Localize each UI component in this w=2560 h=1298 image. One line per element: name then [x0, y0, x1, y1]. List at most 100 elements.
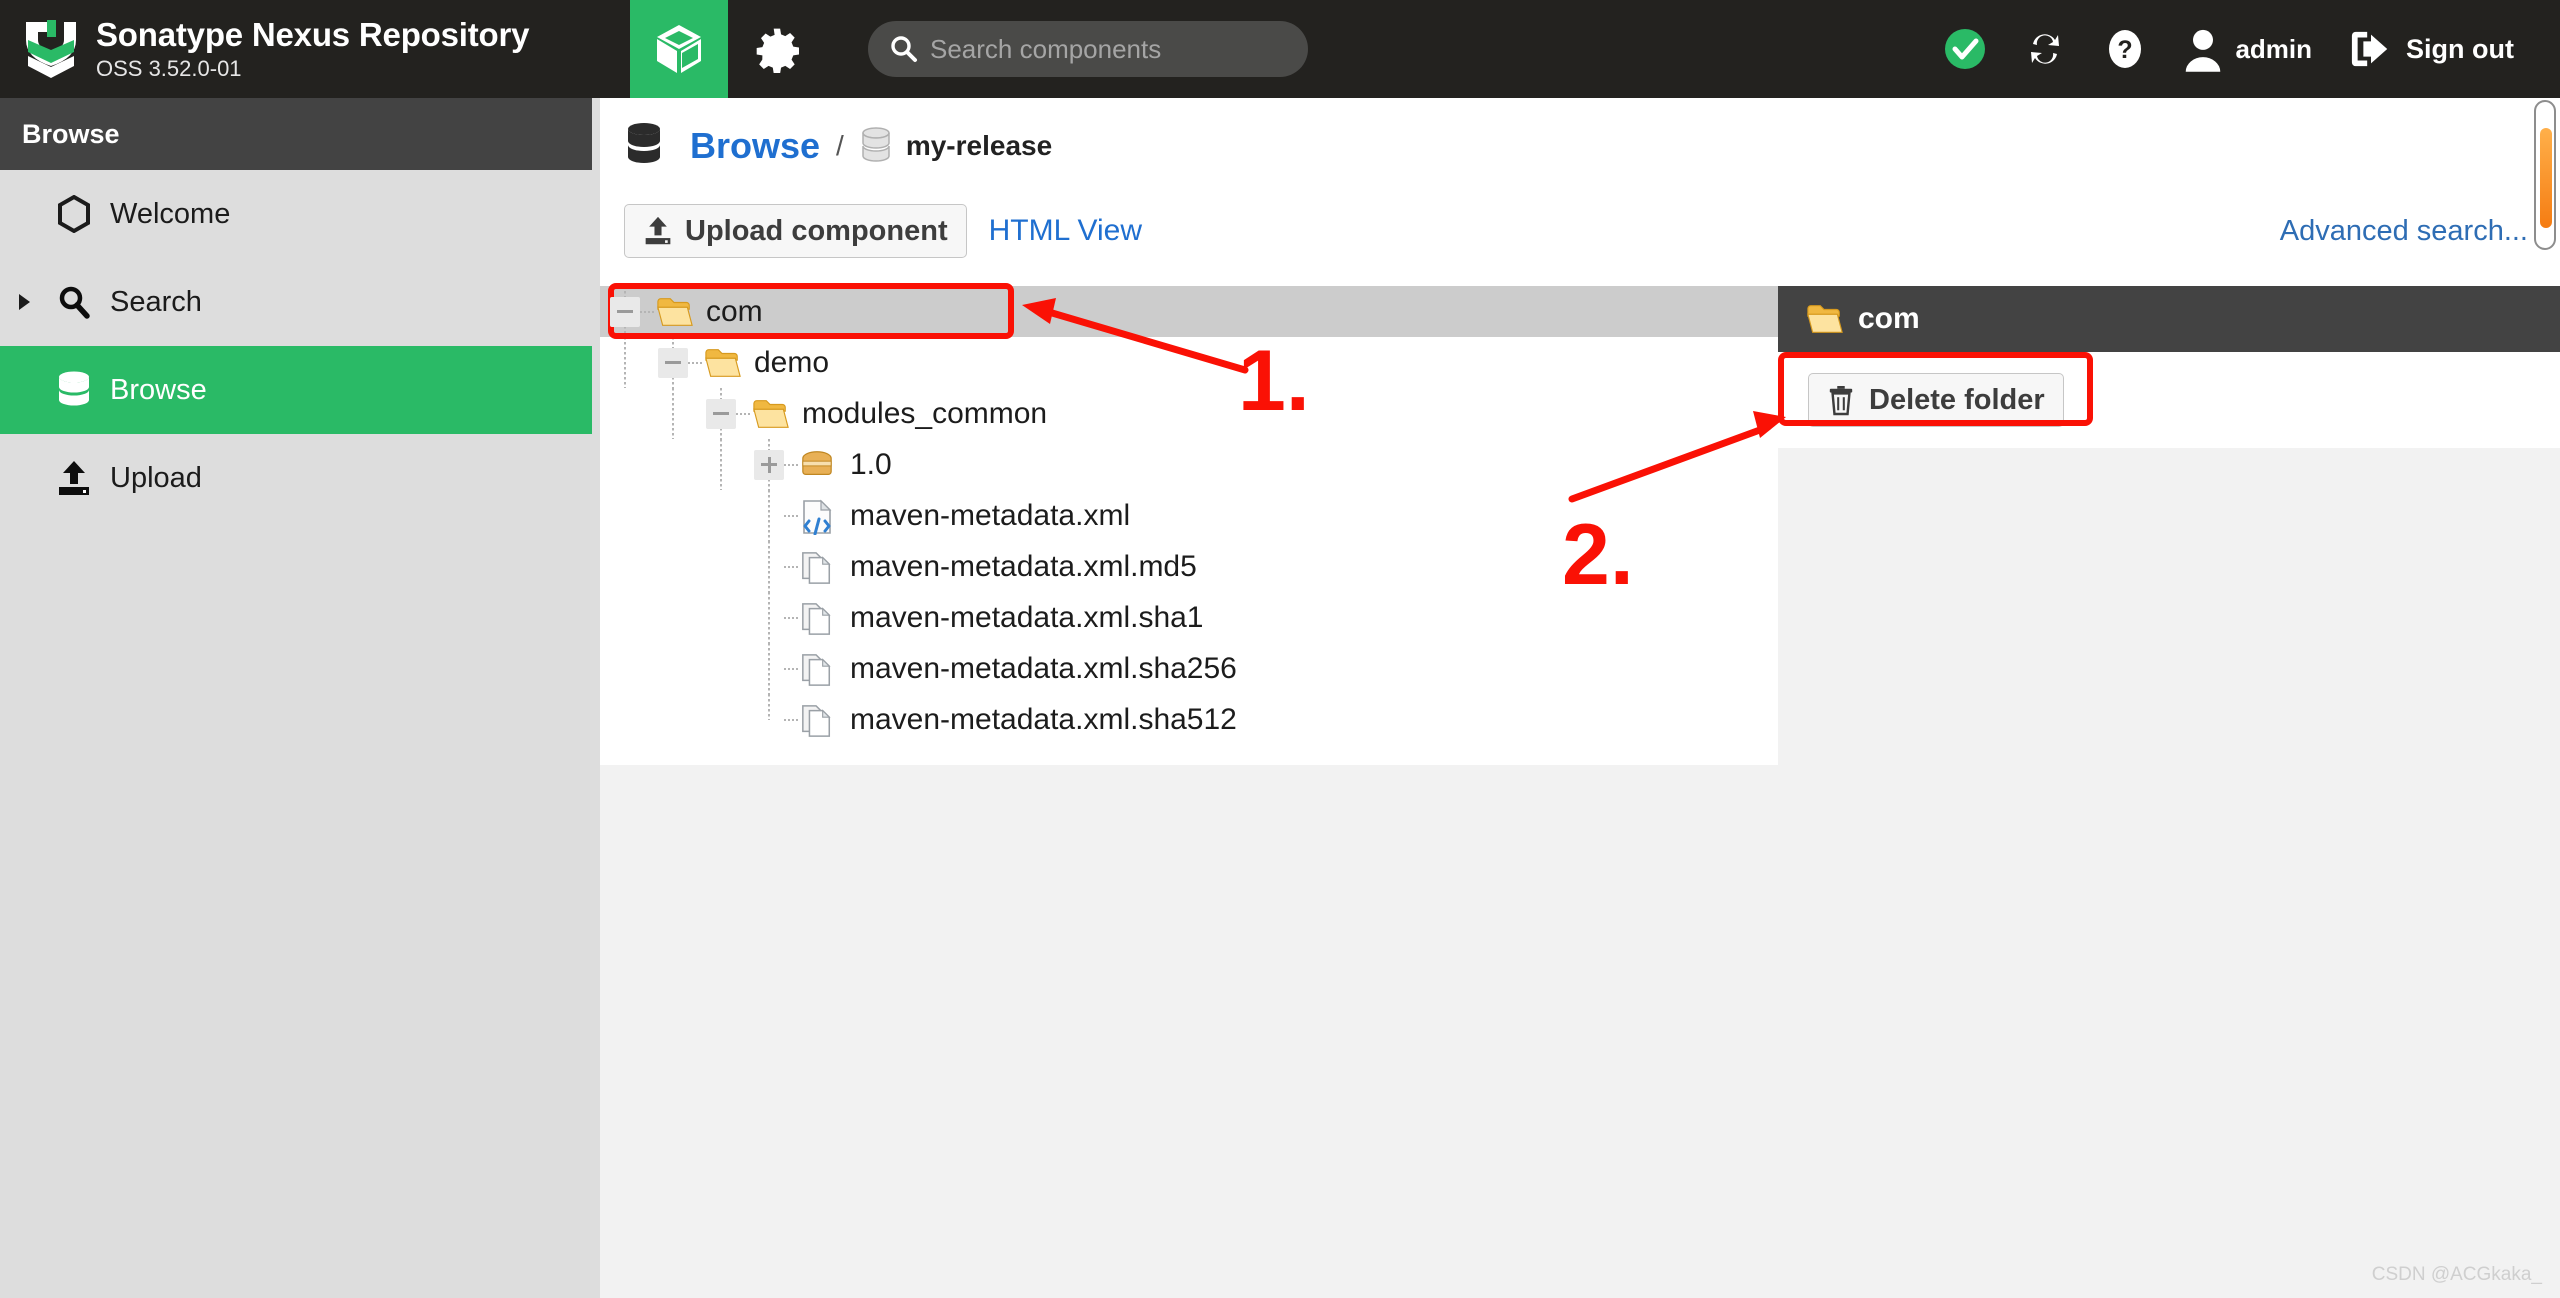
tree-row[interactable]: maven-metadata.xml.sha512 — [600, 694, 1778, 745]
folder-detail-panel: com Delete folder — [1778, 286, 2560, 1298]
global-search[interactable] — [868, 21, 1308, 77]
folder-open-icon — [656, 295, 694, 329]
search-icon — [52, 284, 96, 320]
tree-guide-line — [784, 515, 798, 517]
system-status-button[interactable] — [1925, 0, 2005, 98]
folder-detail-title: com — [1858, 302, 1920, 336]
settings-tile-button[interactable] — [728, 0, 826, 98]
advanced-search-link[interactable]: Advanced search... — [2280, 215, 2528, 248]
package-icon — [800, 448, 838, 482]
sidebar: Browse Welcome Search — [0, 98, 600, 1298]
question-circle-icon: ? — [2103, 27, 2147, 71]
sign-out-icon — [2348, 28, 2394, 70]
search-input[interactable] — [930, 34, 1288, 65]
tree-label: modules_common — [802, 397, 1047, 431]
sidebar-label-welcome: Welcome — [110, 198, 230, 231]
chevron-right-icon[interactable] — [14, 292, 34, 312]
tree-row[interactable]: maven-metadata.xml — [600, 490, 1778, 541]
help-button[interactable]: ? — [2085, 0, 2165, 98]
vertical-scrollbar-thumb[interactable] — [2540, 128, 2552, 228]
browse-panels: com demo — [600, 286, 2560, 1298]
tree-row[interactable]: modules_common — [600, 388, 1778, 439]
tree-row[interactable]: maven-metadata.xml.sha1 — [600, 592, 1778, 643]
user-menu-button[interactable]: admin — [2165, 0, 2330, 98]
tree-row[interactable]: demo — [600, 337, 1778, 388]
tree-guide-line — [784, 617, 798, 619]
brand-text: Sonatype Nexus Repository OSS 3.52.0-01 — [96, 16, 529, 83]
tree-label: maven-metadata.xml.sha512 — [850, 703, 1237, 737]
copy-file-icon — [800, 703, 838, 737]
tree-guide-line — [736, 413, 750, 415]
breadcrumb-root-link[interactable]: Browse — [690, 125, 820, 167]
app-root: r Sonatype Nexus Repository OSS 3.52.0-0… — [0, 0, 2560, 1298]
tree-toggle-collapse[interactable] — [610, 297, 640, 327]
xml-file-icon — [800, 499, 838, 533]
tree-label: maven-metadata.xml.sha1 — [850, 601, 1204, 635]
refresh-button[interactable] — [2005, 0, 2085, 98]
svg-text:r: r — [48, 22, 54, 39]
sidebar-section-title: Browse — [0, 98, 600, 170]
delete-folder-button[interactable]: Delete folder — [1808, 373, 2064, 427]
component-tree: com demo — [600, 286, 1778, 765]
copy-file-icon — [800, 652, 838, 686]
database-icon — [52, 370, 96, 410]
folder-open-icon — [704, 346, 742, 380]
tree-guide-line — [784, 668, 798, 670]
folder-detail-body: Delete folder — [1778, 352, 2560, 448]
tree-toggle-collapse[interactable] — [658, 348, 688, 378]
header-actions: ? admin Sign out — [1925, 0, 2560, 98]
brand-version: OSS 3.52.0-01 — [96, 55, 529, 83]
svg-text:?: ? — [2118, 36, 2133, 64]
tree-label: maven-metadata.xml.sha256 — [850, 652, 1237, 686]
tree-guide-line — [640, 311, 654, 313]
sidebar-item-browse[interactable]: Browse — [0, 346, 600, 434]
tree-guide-line — [784, 719, 798, 721]
browse-tile-button[interactable] — [630, 0, 728, 98]
upload-icon — [643, 215, 673, 247]
tree-row[interactable]: maven-metadata.xml.sha256 — [600, 643, 1778, 694]
tree-label: 1.0 — [850, 448, 892, 482]
upload-component-label: Upload component — [685, 215, 948, 248]
tree-row[interactable]: maven-metadata.xml.md5 — [600, 541, 1778, 592]
user-label: admin — [2235, 34, 2312, 65]
tree-guide-line — [784, 464, 798, 466]
upload-component-button[interactable]: Upload component — [624, 204, 967, 258]
folder-open-icon — [752, 397, 790, 431]
delete-folder-label: Delete folder — [1869, 384, 2045, 417]
sidebar-label-search: Search — [110, 286, 202, 319]
tree-toggle-collapse[interactable] — [706, 399, 736, 429]
nexus-chevron-logo-icon: r — [22, 18, 80, 80]
database-icon — [624, 121, 668, 171]
app-header: r Sonatype Nexus Repository OSS 3.52.0-0… — [0, 0, 2560, 98]
brand-title: Sonatype Nexus Repository — [96, 16, 529, 54]
sidebar-item-welcome[interactable]: Welcome — [0, 170, 600, 258]
sidebar-item-search[interactable]: Search — [0, 258, 600, 346]
copy-file-icon — [800, 601, 838, 635]
tree-row[interactable]: 1.0 — [600, 439, 1778, 490]
tree-row[interactable]: com — [600, 286, 1778, 337]
tree-toggle-expand[interactable] — [754, 450, 784, 480]
tree-label: com — [706, 295, 763, 329]
green-check-circle-icon — [1943, 27, 1987, 71]
repository-icon — [860, 127, 894, 165]
sidebar-item-upload[interactable]: Upload — [0, 434, 600, 522]
breadcrumb-separator: / — [836, 130, 844, 162]
folder-open-icon — [1806, 302, 1844, 336]
tree-label: maven-metadata.xml — [850, 499, 1130, 533]
search-icon — [888, 34, 918, 64]
sign-out-button[interactable]: Sign out — [2330, 0, 2532, 98]
sidebar-label-browse: Browse — [110, 374, 207, 407]
cube-icon — [653, 21, 705, 77]
sidebar-label-upload: Upload — [110, 462, 202, 495]
brand-block[interactable]: r Sonatype Nexus Repository OSS 3.52.0-0… — [0, 0, 630, 98]
sidebar-divider — [592, 98, 600, 1298]
vertical-scrollbar-track[interactable] — [2534, 100, 2556, 250]
breadcrumb: Browse / my-release — [600, 98, 2560, 194]
folder-detail-header: com — [1778, 286, 2560, 352]
copy-file-icon — [800, 550, 838, 584]
sign-out-label: Sign out — [2406, 34, 2514, 65]
tree-label: maven-metadata.xml.md5 — [850, 550, 1197, 584]
refresh-sync-icon — [2023, 27, 2067, 71]
html-view-link[interactable]: HTML View — [989, 214, 1142, 248]
upload-icon — [52, 459, 96, 497]
